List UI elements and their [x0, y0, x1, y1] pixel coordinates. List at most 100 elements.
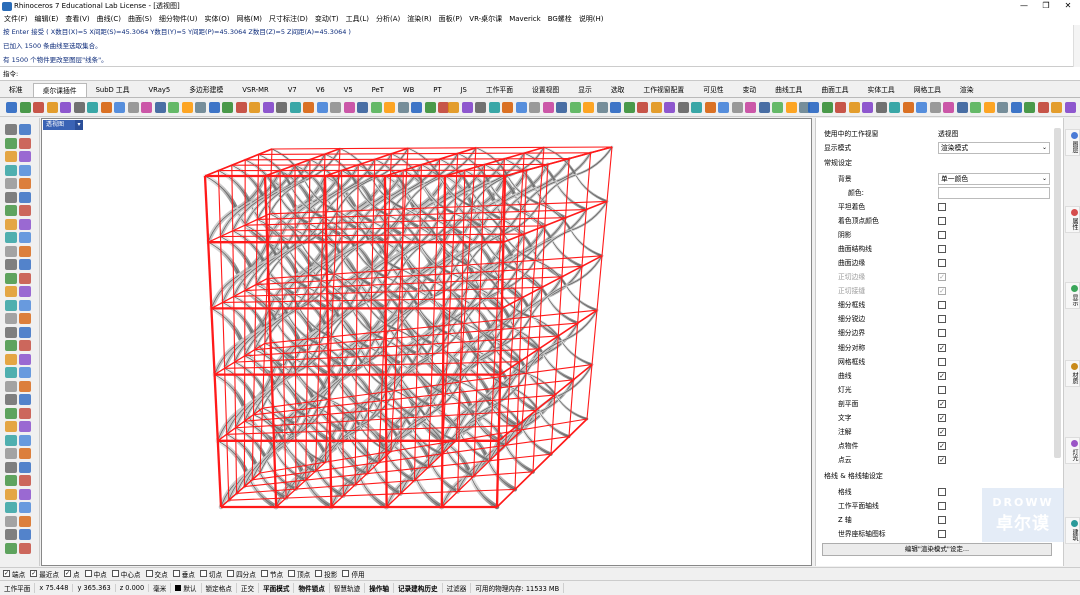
toolbar-tool-icon[interactable] [718, 102, 729, 113]
toolbar-tool-icon[interactable] [424, 102, 436, 113]
toolbar-tool-icon[interactable] [529, 102, 540, 113]
menu-edit[interactable]: 编辑(E) [35, 14, 59, 24]
left-tool-icon[interactable] [19, 421, 31, 432]
background-select[interactable]: 单一颜色 ⌄ [938, 173, 1050, 185]
toolbar-tool-icon[interactable] [583, 102, 594, 113]
toolbar-tool-icon[interactable] [610, 102, 621, 113]
tab-1[interactable]: 桌尔课插件 [32, 83, 87, 97]
left-tool-icon[interactable] [5, 380, 17, 392]
osnap-checkbox[interactable] [84, 570, 92, 577]
status-unit[interactable]: 毫米 [149, 583, 172, 593]
toolbar-tool-icon[interactable] [411, 102, 422, 113]
toolbar-tool-icon[interactable] [1037, 102, 1049, 113]
toolbar-tool-icon[interactable] [596, 102, 608, 113]
toolbar-tool-icon[interactable] [100, 102, 112, 113]
option-checkbox[interactable] [938, 301, 946, 310]
status-toggle[interactable]: 物件锁点 [294, 583, 330, 593]
left-tool-icon[interactable] [5, 232, 17, 243]
toolbar-tool-icon[interactable] [195, 102, 206, 113]
option-checkbox[interactable] [938, 217, 946, 226]
toolbar-tool-icon[interactable] [569, 102, 581, 113]
osnap-checkbox[interactable] [227, 570, 235, 577]
toolbar-tool-icon[interactable] [316, 102, 328, 113]
tab-8[interactable]: V5 [335, 83, 363, 97]
status-cplane[interactable]: 工作平面 [0, 583, 36, 593]
toolbar-tool-icon[interactable] [556, 102, 567, 113]
toolbar-tool-icon[interactable] [515, 102, 527, 113]
toolbar-tool-icon[interactable] [664, 102, 675, 113]
toolbar-tool-icon[interactable] [704, 102, 716, 113]
left-tool-icon[interactable] [5, 448, 17, 459]
edit-display-mode-button[interactable]: 编辑"渲染模式"设定... [822, 543, 1052, 556]
toolbar-tool-icon[interactable] [262, 102, 274, 113]
osnap-item[interactable]: 停用 [342, 569, 365, 579]
side-tab-0[interactable]: 图层 [1065, 128, 1080, 156]
left-tool-icon[interactable] [19, 353, 31, 365]
osnap-checkbox[interactable] [145, 570, 153, 577]
option-checkbox[interactable] [938, 357, 946, 366]
menu-help[interactable]: 说明(H) [579, 14, 604, 24]
toolbar-tool-icon[interactable] [19, 102, 31, 113]
display-mode-select[interactable]: 渲染模式 ⌄ [938, 142, 1050, 154]
status-toggle[interactable]: 过滤器 [443, 583, 472, 593]
left-tool-icon[interactable] [5, 488, 17, 500]
maximize-button[interactable]: ❐ [1036, 0, 1056, 12]
tab-20[interactable]: 曲线工具 [766, 83, 812, 97]
command-history-scrollbar[interactable] [1073, 25, 1080, 67]
toolbar-tool-icon[interactable] [141, 102, 152, 113]
left-tool-icon[interactable] [19, 448, 31, 459]
left-tool-icon[interactable] [19, 164, 31, 176]
menu-vr[interactable]: VR-桌尔课 [469, 14, 502, 24]
toolbar-tool-icon[interactable] [875, 102, 887, 113]
toolbar-tool-icon[interactable] [384, 102, 395, 113]
toolbar-tool-icon[interactable] [956, 102, 968, 113]
option-checkbox[interactable] [938, 259, 946, 268]
osnap-checkbox[interactable] [342, 570, 350, 577]
toolbar-tool-icon[interactable] [461, 102, 473, 113]
left-tool-icon[interactable] [5, 164, 17, 176]
tab-21[interactable]: 曲面工具 [812, 83, 858, 97]
menu-panels[interactable]: 面板(P) [439, 14, 463, 24]
option-checkbox[interactable]: ✓ [938, 399, 946, 408]
tab-17[interactable]: 工作视窗配置 [634, 83, 694, 97]
osnap-item[interactable]: ✓ 最近点 [30, 569, 59, 579]
toolbar-tool-icon[interactable] [970, 102, 981, 113]
option-checkbox[interactable] [938, 231, 946, 240]
toolbar-tool-icon[interactable] [808, 102, 819, 113]
toolbar-tool-icon[interactable] [848, 102, 860, 113]
toolbar-tool-icon[interactable] [772, 102, 783, 113]
toolbar-tool-icon[interactable] [902, 102, 914, 113]
tab-11[interactable]: PT [424, 83, 451, 97]
toolbar-tool-icon[interactable] [691, 102, 702, 113]
toolbar-tool-icon[interactable] [785, 102, 797, 113]
left-tool-icon[interactable] [19, 502, 31, 513]
left-tool-icon[interactable] [19, 326, 31, 338]
toolbar-tool-icon[interactable] [1064, 102, 1076, 113]
left-tool-icon[interactable] [5, 245, 17, 257]
left-tool-icon[interactable] [5, 151, 17, 162]
option-checkbox[interactable] [938, 245, 946, 254]
toolbar-tool-icon[interactable] [542, 102, 554, 113]
toolbar-tool-icon[interactable] [745, 102, 756, 113]
left-tool-icon[interactable] [19, 394, 31, 405]
side-tab-1[interactable]: 属性 [1065, 206, 1080, 234]
left-tool-icon[interactable] [5, 272, 17, 284]
left-tool-icon[interactable] [19, 367, 31, 378]
left-tool-icon[interactable] [19, 232, 31, 243]
toolbar-tool-icon[interactable] [929, 102, 941, 113]
toolbar-tool-icon[interactable] [46, 102, 58, 113]
toolbar-tool-icon[interactable] [127, 102, 139, 113]
menu-tools[interactable]: 工具(L) [346, 14, 369, 24]
menu-curve[interactable]: 曲线(C) [97, 14, 121, 24]
toolbar-tool-icon[interactable] [677, 102, 689, 113]
toolbar-tool-icon[interactable] [758, 102, 770, 113]
menu-surface[interactable]: 曲面(S) [128, 14, 152, 24]
perspective-viewport[interactable] [41, 118, 812, 566]
osnap-checkbox[interactable]: ✓ [63, 570, 71, 577]
left-tool-icon[interactable] [19, 380, 31, 392]
left-tool-icon[interactable] [19, 529, 31, 540]
option-checkbox[interactable] [938, 516, 946, 525]
left-tool-icon[interactable] [19, 205, 31, 216]
menu-view[interactable]: 查看(V) [65, 14, 89, 24]
toolbar-tool-icon[interactable] [87, 102, 98, 113]
